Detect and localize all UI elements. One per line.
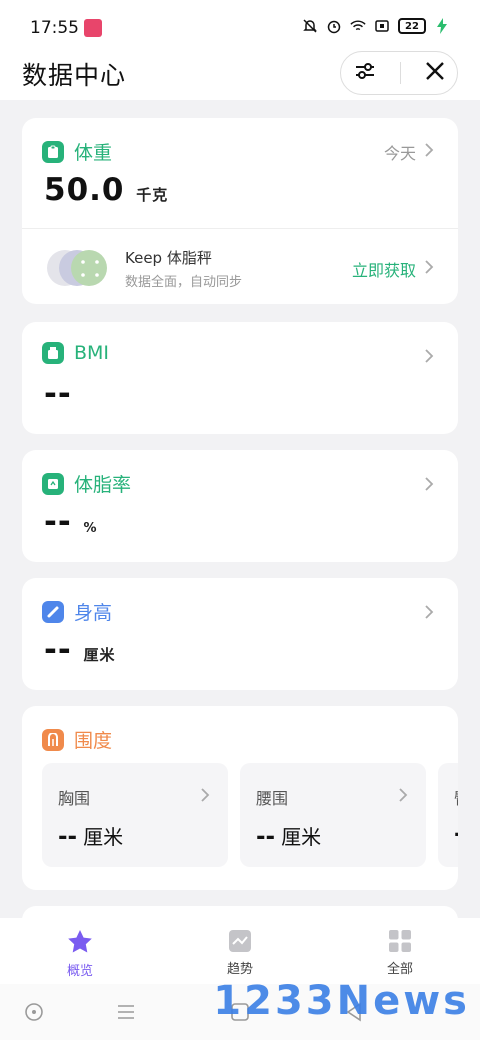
waist-label: 腰围 xyxy=(256,789,289,808)
wifi-icon xyxy=(350,18,366,34)
bodyfat-value: -- xyxy=(44,504,72,540)
height-card[interactable]: 身高 -- 厘米 xyxy=(22,578,458,690)
alarm-icon xyxy=(326,18,342,34)
chevron-right-icon xyxy=(398,787,408,807)
waist-value-row: -- 厘米 xyxy=(256,821,321,850)
weight-icon xyxy=(42,140,64,163)
watermark-logo: 1233News xyxy=(213,978,470,1024)
keep-scale-promo[interactable]: Keep 体脂秤 数据全面，自动同步 立即获取 xyxy=(22,228,458,304)
weight-header: 体重 xyxy=(42,138,112,165)
chest-unit: 厘米 xyxy=(83,825,124,849)
chest-card[interactable]: 胸围 -- 厘米 xyxy=(42,763,228,867)
ruler-icon xyxy=(42,600,64,623)
chevron-right-icon xyxy=(424,604,434,624)
bodyfat-title: 体脂率 xyxy=(74,474,132,496)
waist-card[interactable]: 腰围 -- 厘米 xyxy=(240,763,426,867)
height-title: 身高 xyxy=(74,602,113,624)
chevron-right-icon xyxy=(424,142,434,162)
tab-overview-label: 概览 xyxy=(66,964,93,979)
bodyfat-unit: % xyxy=(83,521,98,536)
filter-settings-button[interactable] xyxy=(353,59,377,87)
height-value-row: -- 厘米 xyxy=(44,632,116,668)
bmi-icon xyxy=(42,342,64,364)
bmi-title: BMI xyxy=(74,342,110,364)
waist-unit: 厘米 xyxy=(281,825,322,849)
tab-all[interactable]: 全部 xyxy=(320,918,480,984)
tab-all-label: 全部 xyxy=(386,962,413,977)
close-icon xyxy=(425,62,444,80)
status-time: 17:55 xyxy=(30,18,79,38)
divider xyxy=(399,62,401,84)
chevron-right-icon xyxy=(424,348,434,368)
chest-value-row: -- 厘米 xyxy=(58,821,123,850)
bottom-tab-bar: 概览 趋势 全部 xyxy=(0,918,480,984)
header: 数据中心 xyxy=(0,40,480,100)
chevron-right-icon xyxy=(424,476,434,496)
keep-subtitle: 数据全面，自动同步 xyxy=(125,275,243,290)
trend-icon xyxy=(229,930,251,952)
star-icon xyxy=(68,930,92,953)
tab-trend-label: 趋势 xyxy=(226,962,253,977)
menu-button[interactable] xyxy=(116,1002,136,1026)
girth-card: 围度 胸围 --厘米 腰围 --厘米 臀 - xyxy=(22,706,458,890)
scale-product-image xyxy=(47,250,107,286)
battery-icon: 22 xyxy=(398,18,426,34)
close-button[interactable] xyxy=(424,60,446,86)
girth-header: 围度 xyxy=(42,726,112,753)
waist-value: -- xyxy=(256,824,276,850)
hip-value: - xyxy=(454,821,458,847)
menu-icon xyxy=(118,1005,134,1019)
chest-value: -- xyxy=(58,824,78,850)
weight-unit: 千克 xyxy=(136,186,169,204)
mute-icon xyxy=(302,18,318,34)
keep-title: Keep 体脂秤 xyxy=(125,249,212,267)
bodyfat-card[interactable]: 体脂率 -- % xyxy=(22,450,458,562)
weight-card[interactable]: 体重 今天 50.0 千克 Keep 体脂秤 数据全面，自动同步 立即获取 xyxy=(22,118,458,304)
header-actions xyxy=(340,51,458,95)
charging-icon xyxy=(434,18,450,34)
circle-dot-icon xyxy=(25,1003,43,1021)
get-now-link[interactable]: 立即获取 xyxy=(352,257,416,281)
height-unit: 厘米 xyxy=(83,646,116,664)
weight-date: 今天 xyxy=(383,144,416,163)
height-header: 身高 xyxy=(42,598,112,625)
hip-label: 臀 xyxy=(454,785,458,809)
bodyfat-value-row: -- % xyxy=(44,504,98,540)
status-icons: 22 xyxy=(302,18,450,34)
tab-overview[interactable]: 概览 xyxy=(0,918,160,984)
chevron-right-icon xyxy=(424,259,434,279)
assistant-button[interactable] xyxy=(24,1002,44,1026)
girth-icon xyxy=(42,728,64,751)
app-notification-icon xyxy=(84,19,102,37)
sliders-icon xyxy=(355,63,374,79)
weight-title: 体重 xyxy=(74,142,113,164)
tab-trend[interactable]: 趋势 xyxy=(160,918,320,984)
chest-label: 胸围 xyxy=(58,789,91,808)
bodyfat-icon xyxy=(42,472,64,495)
height-value: -- xyxy=(44,632,72,668)
page-title: 数据中心 xyxy=(22,61,127,90)
weight-value: 50.0 xyxy=(44,172,125,208)
bmi-header: BMI xyxy=(42,342,109,364)
grid-icon xyxy=(389,930,411,952)
girth-title: 围度 xyxy=(74,730,113,752)
sim-icon xyxy=(374,18,390,34)
bodyfat-header: 体脂率 xyxy=(42,470,131,497)
weight-value-row: 50.0 千克 xyxy=(44,172,168,208)
bmi-value: -- xyxy=(44,376,72,412)
chevron-right-icon xyxy=(200,787,210,807)
hip-card[interactable]: 臀 - xyxy=(438,763,458,867)
bmi-card[interactable]: BMI -- xyxy=(22,322,458,434)
